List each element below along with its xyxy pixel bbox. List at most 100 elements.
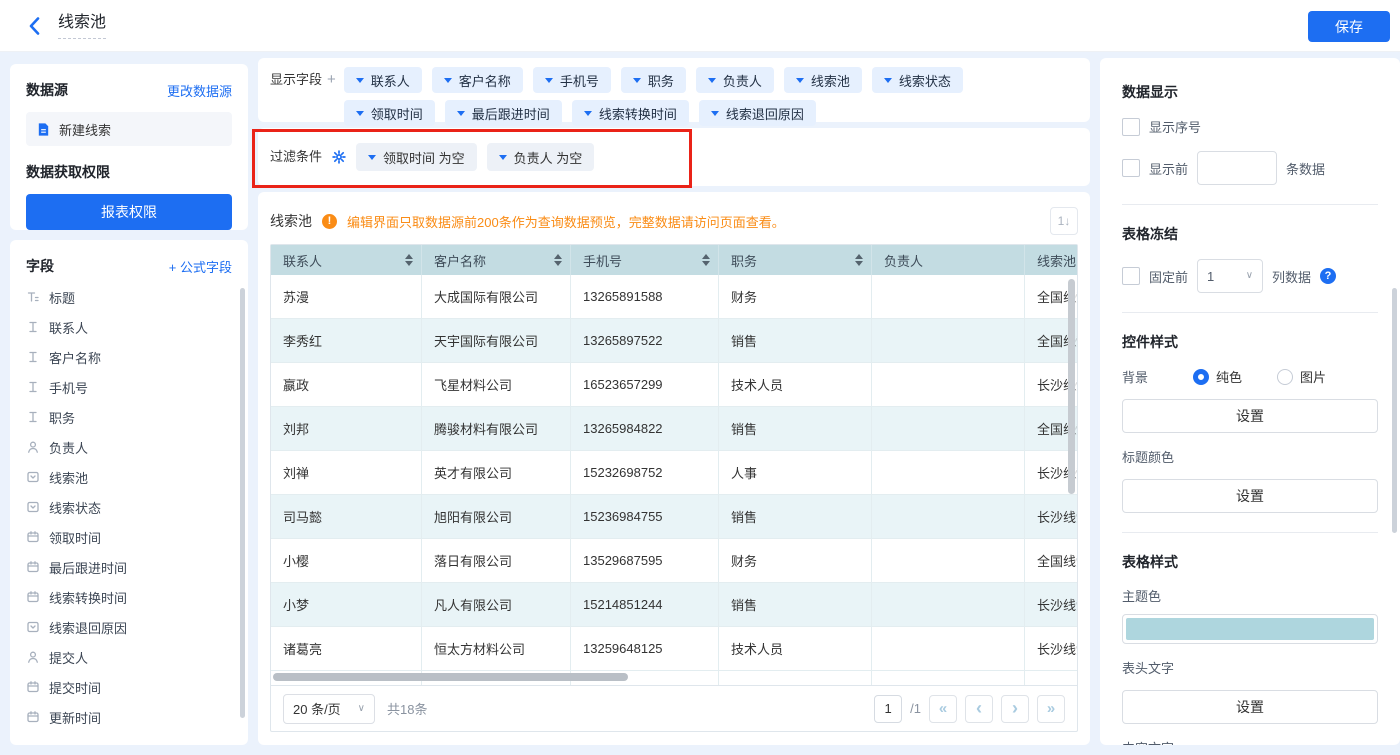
column-header[interactable]: 手机号 <box>571 245 719 275</box>
table-row[interactable]: 小梦 凡人有限公司 15214851244 销售 长沙线索池 <box>271 583 1077 627</box>
display-field-chip[interactable]: 职务 <box>621 67 686 93</box>
table-row[interactable]: 刘邦 腾骏材料有限公司 13265984822 销售 全国线索池 <box>271 407 1077 451</box>
table-row[interactable]: 嬴政 飞星材料公司 16523657299 技术人员 长沙线索池 <box>271 363 1077 407</box>
field-item[interactable]: 线索退回原因 <box>26 612 232 642</box>
page-title[interactable]: 线索池 <box>58 13 106 39</box>
table-panel: 线索池 编辑界面只取数据源前200条作为查询数据预览，完整数据请访问页面查看。 … <box>258 192 1090 745</box>
prev-page-button[interactable] <box>965 695 993 723</box>
cell-owner <box>872 627 1025 670</box>
filter-chip[interactable]: 领取时间 为空 <box>356 143 477 171</box>
field-item[interactable]: 线索转换时间 <box>26 582 232 612</box>
header-text-set-button[interactable]: 设置 <box>1122 690 1378 724</box>
radio-solid-color[interactable] <box>1193 369 1209 385</box>
next-page-button[interactable] <box>1001 695 1029 723</box>
settings-scrollbar[interactable] <box>1392 288 1397 533</box>
cols-suffix-label: 列数据 <box>1272 267 1311 286</box>
chip-label: 联系人 <box>371 71 410 90</box>
field-item[interactable]: 手机号 <box>26 372 232 402</box>
select-icon <box>26 500 40 514</box>
title-color-set-button[interactable]: 设置 <box>1122 479 1378 513</box>
field-item[interactable]: 提交时间 <box>26 672 232 702</box>
change-datasource-link[interactable]: 更改数据源 <box>167 81 232 100</box>
table-row[interactable]: 诸葛亮 恒太方材料公司 13259648125 技术人员 长沙线索池 <box>271 627 1077 671</box>
show-first-checkbox[interactable] <box>1122 159 1140 177</box>
fix-columns-select[interactable]: 1 <box>1197 259 1263 293</box>
chevron-down-icon <box>368 155 376 160</box>
last-page-button[interactable] <box>1037 695 1065 723</box>
first-page-button[interactable] <box>929 695 957 723</box>
field-item[interactable]: 领取时间 <box>26 522 232 552</box>
sort-arrows-icon[interactable] <box>399 254 413 266</box>
save-button[interactable]: 保存 <box>1308 11 1390 42</box>
column-header[interactable]: 职务 <box>719 245 872 275</box>
radio-image[interactable] <box>1277 369 1293 385</box>
field-label: 联系人 <box>49 318 88 337</box>
field-item[interactable]: 客户名称 <box>26 342 232 372</box>
select-icon <box>26 470 40 484</box>
sort-arrows-icon[interactable] <box>849 254 863 266</box>
table-horizontal-scrollbar[interactable] <box>273 673 628 681</box>
warning-icon <box>322 214 337 229</box>
display-field-chip[interactable]: 线索转换时间 <box>572 100 689 126</box>
display-field-chip[interactable]: 负责人 <box>696 67 774 93</box>
column-header[interactable]: 负责人 <box>872 245 1025 275</box>
table-vertical-scrollbar[interactable] <box>1068 279 1075 494</box>
back-button[interactable] <box>28 17 40 35</box>
cell-contact: 小梦 <box>271 583 422 626</box>
table-row[interactable]: 小樱 落日有限公司 13529687595 财务 全国线索池 <box>271 539 1077 583</box>
field-item[interactable]: 职务 <box>26 402 232 432</box>
display-field-chip[interactable]: 领取时间 <box>344 100 435 126</box>
field-item[interactable]: 线索状态 <box>26 492 232 522</box>
show-index-checkbox[interactable] <box>1122 118 1140 136</box>
cell-job: 技术人员 <box>719 627 872 670</box>
chip-label: 客户名称 <box>459 71 511 90</box>
field-item[interactable]: 最后跟进时间 <box>26 552 232 582</box>
display-field-chip[interactable]: 客户名称 <box>432 67 523 93</box>
user-icon <box>26 650 40 664</box>
show-first-label: 显示前 <box>1149 159 1188 178</box>
field-item[interactable]: 联系人 <box>26 312 232 342</box>
cell-pool: 全国线索池 <box>1025 539 1077 582</box>
field-item[interactable]: 负责人 <box>26 432 232 462</box>
table-row[interactable]: 司马懿 旭阳有限公司 15236984755 销售 长沙线索池 <box>271 495 1077 539</box>
field-item[interactable]: 更新时间 <box>26 702 232 732</box>
fix-columns-checkbox[interactable] <box>1122 267 1140 285</box>
sort-arrows-icon[interactable] <box>696 254 710 266</box>
table-row[interactable]: 苏漫 大成国际有限公司 13265891588 财务 全国线索池 <box>271 275 1077 319</box>
page-size-select[interactable]: 20 条/页 <box>283 694 375 724</box>
current-page-input[interactable]: 1 <box>874 695 902 723</box>
datasource-item[interactable]: 新建线索 <box>26 112 232 146</box>
sort-arrows-icon[interactable] <box>548 254 562 266</box>
cell-owner <box>872 319 1025 362</box>
background-set-button[interactable]: 设置 <box>1122 399 1378 433</box>
formula-field-link[interactable]: + 公式字段 <box>169 257 232 276</box>
display-field-chip[interactable]: 手机号 <box>533 67 611 93</box>
date-icon <box>26 590 40 604</box>
table-row[interactable]: 刘禅 英才有限公司 15232698752 人事 长沙线索池 <box>271 451 1077 495</box>
field-item[interactable]: 线索池 <box>26 462 232 492</box>
table-row[interactable]: 李秀红 天宇国际有限公司 13265897522 销售 全国线索池 <box>271 319 1077 363</box>
display-field-chip[interactable]: 联系人 <box>344 67 422 93</box>
sort-order-button[interactable]: 1↓ <box>1050 207 1078 235</box>
chip-label: 最后跟进时间 <box>472 104 550 123</box>
show-first-count-input[interactable] <box>1197 151 1277 185</box>
add-display-field-button[interactable]: + <box>327 67 336 93</box>
theme-color-swatch[interactable] <box>1122 614 1378 644</box>
field-item[interactable]: 标题 <box>26 282 232 312</box>
display-field-chip[interactable]: 线索状态 <box>872 67 963 93</box>
filter-chip[interactable]: 负责人 为空 <box>487 143 595 171</box>
cell-job: 销售 <box>719 583 872 626</box>
column-header[interactable]: 线索池 <box>1025 245 1077 275</box>
field-item[interactable]: 提交人 <box>26 642 232 672</box>
field-label: 领取时间 <box>49 528 101 547</box>
help-icon[interactable] <box>1320 268 1336 284</box>
fields-scrollbar[interactable] <box>240 288 245 718</box>
display-field-chip[interactable]: 线索池 <box>784 67 862 93</box>
column-header[interactable]: 联系人 <box>271 245 422 275</box>
cell-job: 销售 <box>719 407 872 450</box>
gear-icon[interactable] <box>332 150 346 164</box>
report-permission-button[interactable]: 报表权限 <box>26 194 232 230</box>
column-header[interactable]: 客户名称 <box>422 245 571 275</box>
display-field-chip[interactable]: 线索退回原因 <box>699 100 816 126</box>
display-field-chip[interactable]: 最后跟进时间 <box>445 100 562 126</box>
